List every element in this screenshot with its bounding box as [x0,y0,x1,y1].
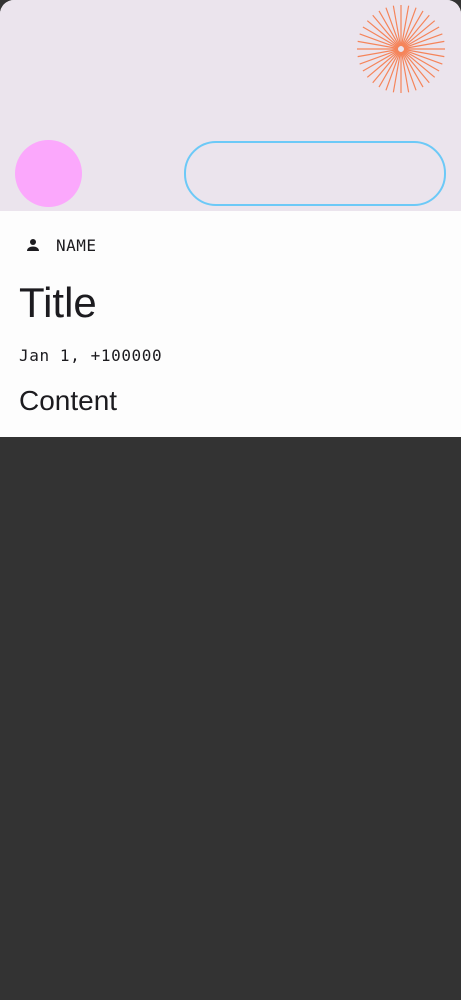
card-header [0,0,461,211]
outlined-pill-button[interactable] [184,141,446,206]
card-date: Jan 1, +100000 [19,346,163,365]
author-name: NAME [56,235,97,255]
article-card[interactable]: NAME Title Jan 1, +100000 Content [0,0,461,437]
sunburst-icon [357,5,445,93]
author-row: NAME [24,234,97,256]
person-icon [27,239,39,251]
card-content: Content [19,385,118,416]
card-title: Title [19,279,97,326]
avatar[interactable] [15,140,82,207]
